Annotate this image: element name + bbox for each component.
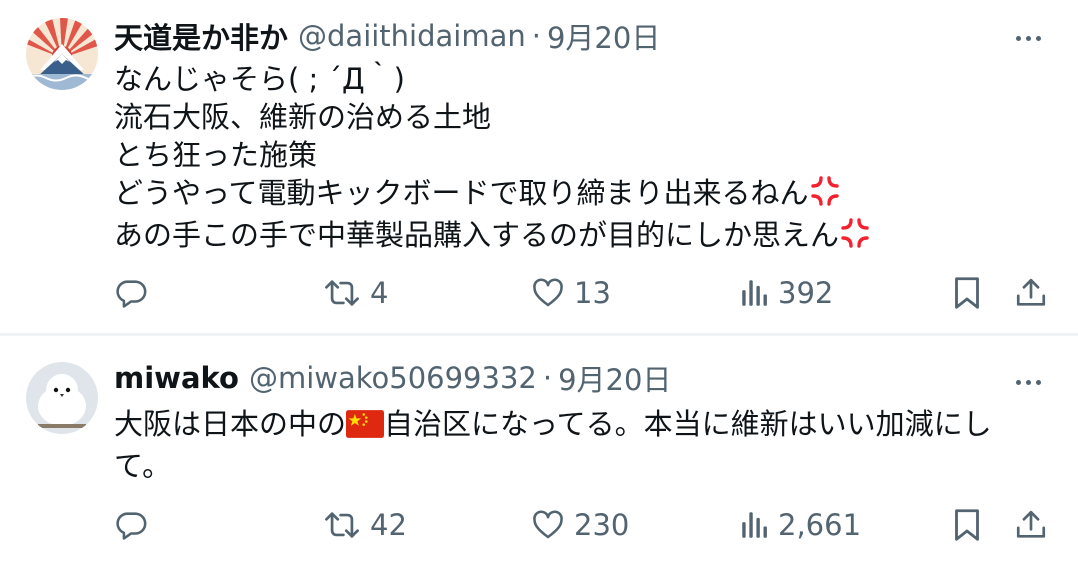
views-button[interactable]: 392 [740,268,833,318]
share-button[interactable] [1014,268,1048,318]
tweet-text: 大阪は日本の中の 自治区になってる。本当に維新はいい加減にして。 [114,405,1044,485]
reply-button[interactable] [114,500,156,550]
action-bar: 42 230 2,661 [0,500,1078,550]
user-handle[interactable]: @daiithidaiman [298,19,526,53]
separator-dot: · [531,19,541,53]
bookmark-button[interactable] [952,500,982,550]
more-dots-icon[interactable] [1010,20,1046,56]
text-line: なんじゃそら( ; ´Д｀) [114,62,405,96]
tweet-date[interactable]: 9月20日 [547,15,660,57]
like-count: 13 [574,276,611,310]
reply-icon [114,276,148,310]
avatar[interactable] [26,18,98,90]
text-paragraph: 大阪は日本の中の 自治区になってる。本当に維新はいい加減にして。 [114,405,1044,485]
views-count: 2,661 [778,508,862,542]
text-segment: 大阪は日本の中の [114,407,347,441]
like-count: 230 [574,508,630,542]
action-bar: 4 13 392 [0,268,1078,318]
retweet-icon [322,276,362,310]
tweet-header: 天道是か非か @daiithidaiman · 9月20日 [114,16,660,56]
views-chart-icon [740,276,770,310]
text-line-with-emoji: あの手この手で中華製品購入するのが目的にしか思えん [114,216,1044,258]
like-button[interactable]: 13 [530,268,611,318]
tweet-date[interactable]: 9月20日 [558,357,671,399]
retweet-button[interactable]: 42 [322,500,407,550]
text-line: とち狂った施策 [114,138,318,172]
views-chart-icon [740,508,770,542]
retweet-count: 42 [370,508,407,542]
retweet-icon [322,508,362,542]
text-line: どうやって電動キックボードで取り締まり出来るねん [114,176,809,210]
tweet[interactable]: miwako @miwako50699332 · 9月20日 大阪は日本の中の自… [0,338,1078,562]
views-button[interactable]: 2,661 [740,500,861,550]
share-icon [1014,507,1048,543]
china-flag-icon [346,409,385,447]
share-button[interactable] [1014,500,1048,550]
more-dots-icon[interactable] [1010,364,1046,400]
bookmark-button[interactable] [952,268,982,318]
divider [0,333,1078,336]
heart-icon [530,276,566,310]
tweet[interactable]: 天道是か非か @daiithidaiman · 9月20日 なんじゃそら( ; … [0,0,1078,334]
anger-symbol-icon [809,175,841,216]
display-name[interactable]: miwako [114,361,239,395]
text-line-with-emoji: どうやって電動キックボードで取り締まり出来るねん [114,174,1044,216]
heart-icon [530,508,566,542]
user-handle[interactable]: @miwako50699332 [249,361,537,395]
reply-button[interactable] [114,268,156,318]
separator-dot: · [542,361,553,395]
retweet-button[interactable]: 4 [322,268,388,318]
text-line: 流石大阪、維新の治める土地 [114,100,492,134]
like-button[interactable]: 230 [530,500,629,550]
share-icon [1014,275,1048,311]
tweet-header: miwako @miwako50699332 · 9月20日 [114,358,671,398]
avatar[interactable] [26,362,98,434]
retweet-count: 4 [370,276,389,310]
views-count: 392 [778,276,834,310]
tweet-text: なんじゃそら( ; ´Д｀) 流石大阪、維新の治める土地 とち狂った施策 どうや… [114,60,1044,258]
anger-symbol-icon [839,217,871,258]
text-line: あの手この手で中華製品購入するのが目的にしか思えん [114,218,840,252]
bookmark-icon [952,275,982,311]
reply-icon [114,508,148,542]
display-name[interactable]: 天道是か非か [114,15,288,57]
bookmark-icon [952,507,982,543]
